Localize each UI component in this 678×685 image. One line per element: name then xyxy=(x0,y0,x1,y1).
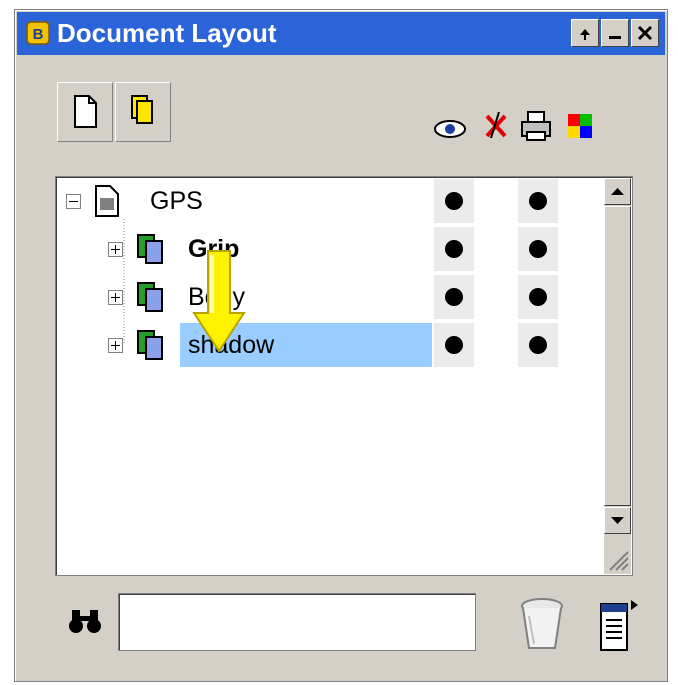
printable-dot xyxy=(529,288,547,306)
print-cell[interactable] xyxy=(518,227,558,271)
pin-button[interactable] xyxy=(571,19,599,47)
minimize-button[interactable] xyxy=(601,19,629,47)
visible-dot xyxy=(445,240,463,258)
eye-icon xyxy=(434,120,466,138)
layer-icon xyxy=(137,282,163,312)
trash-icon[interactable] xyxy=(517,596,567,654)
printer-icon xyxy=(521,111,551,141)
scroll-up-button[interactable] xyxy=(604,178,631,205)
svg-text:B: B xyxy=(33,26,44,43)
pin-icon xyxy=(580,29,590,40)
scroll-thumb[interactable] xyxy=(604,206,631,506)
drag-arrow-icon xyxy=(192,250,246,353)
printable-dot xyxy=(529,336,547,354)
layer-icon xyxy=(137,234,163,264)
new-layer-button[interactable] xyxy=(57,82,113,142)
select-lock-icon xyxy=(485,111,507,139)
layer-tree[interactable]: GPS Grip shadow xyxy=(55,176,633,576)
visibility-cell[interactable] xyxy=(434,227,474,271)
print-cell[interactable] xyxy=(518,323,558,367)
visible-dot xyxy=(445,192,463,210)
close-icon xyxy=(637,25,653,41)
tree-row-grip[interactable]: Grip xyxy=(56,225,604,273)
visible-dot xyxy=(445,336,463,354)
duplicate-layer-icon xyxy=(131,95,153,124)
tree-row-body[interactable]: Body xyxy=(56,273,604,321)
expand-toggle[interactable] xyxy=(108,290,123,305)
print-cell[interactable] xyxy=(518,179,558,223)
window-title: Document Layout xyxy=(57,18,277,48)
print-cell[interactable] xyxy=(518,275,558,319)
app-logo-icon: B xyxy=(26,21,50,45)
expand-toggle[interactable] xyxy=(108,242,123,257)
vertical-scrollbar[interactable] xyxy=(604,178,631,574)
new-layer-icon xyxy=(74,95,97,128)
duplicate-layer-button[interactable] xyxy=(115,82,171,142)
minimize-icon xyxy=(609,36,621,39)
printable-dot xyxy=(529,192,547,210)
expand-toggle[interactable] xyxy=(108,338,123,353)
scroll-down-button[interactable] xyxy=(604,507,631,534)
title-bar[interactable]: B Document Layout xyxy=(17,12,665,55)
color-icon xyxy=(568,114,592,138)
row-label-gps: GPS xyxy=(150,187,203,215)
tree-row-gps[interactable]: GPS xyxy=(56,177,604,225)
visibility-cell[interactable] xyxy=(434,323,474,367)
layer-icon xyxy=(137,330,163,360)
resize-grip-icon[interactable] xyxy=(604,536,631,574)
visibility-cell[interactable] xyxy=(434,275,474,319)
tree-row-shadow[interactable]: shadow xyxy=(56,321,604,369)
search-input[interactable] xyxy=(118,593,476,651)
arrow-up-icon xyxy=(611,188,624,195)
collapse-toggle[interactable] xyxy=(66,194,81,209)
document-icon xyxy=(95,185,119,217)
document-layout-window: B Document Layout GPS Grip shadow xyxy=(14,9,668,682)
arrow-down-icon xyxy=(611,517,624,524)
close-button[interactable] xyxy=(631,19,659,47)
printable-dot xyxy=(529,240,547,258)
panel-menu-icon[interactable] xyxy=(595,596,641,654)
visibility-cell[interactable] xyxy=(434,179,474,223)
visible-dot xyxy=(445,288,463,306)
binoculars-icon[interactable] xyxy=(67,606,103,636)
